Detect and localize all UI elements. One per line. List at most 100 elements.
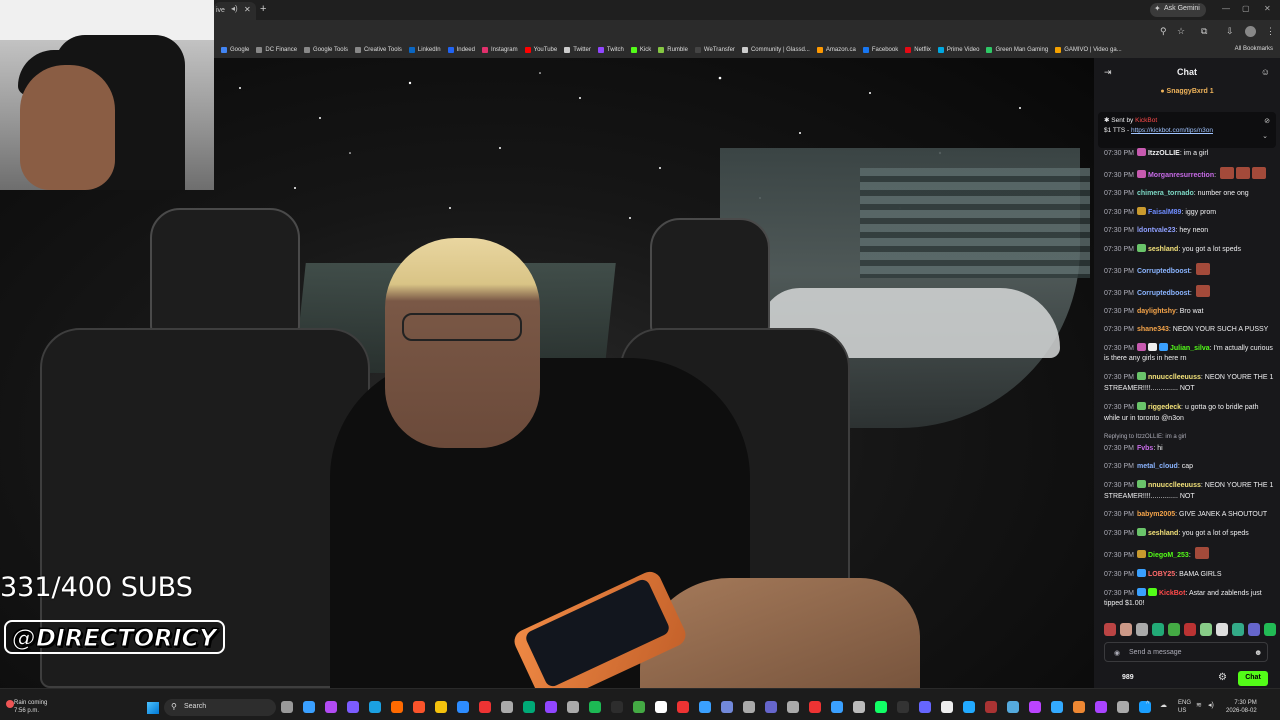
emote-11[interactable] xyxy=(1264,623,1276,636)
volume-icon[interactable]: ◂) xyxy=(1208,701,1214,709)
taskbar-app-icon[interactable] xyxy=(501,701,513,713)
new-tab-icon[interactable]: + xyxy=(260,3,266,15)
taskbar-app-icon[interactable] xyxy=(1029,701,1041,713)
message-username[interactable]: seshland xyxy=(1148,246,1178,253)
weather-widget[interactable]: Rain coming 7:56 p.m. xyxy=(14,699,47,715)
tray-chevron-icon[interactable]: ^ xyxy=(1146,701,1149,708)
message-username[interactable]: shane343 xyxy=(1137,326,1169,333)
chat-emote[interactable] xyxy=(1195,262,1210,275)
taskbar-app-icon[interactable] xyxy=(435,701,447,713)
send-chat-button[interactable]: Chat xyxy=(1238,671,1268,686)
user-badge-icon[interactable] xyxy=(1136,527,1146,536)
taskbar-app-icon[interactable] xyxy=(743,701,755,713)
taskbar-app-icon[interactable] xyxy=(655,701,667,713)
taskbar-app-icon[interactable] xyxy=(1073,701,1085,713)
chat-input[interactable]: Send a message xyxy=(1104,642,1268,662)
gift-banner[interactable]: ● SnaggyBxrd 1 xyxy=(1094,88,1280,104)
message-username[interactable]: ItzzOLLIE xyxy=(1148,150,1180,157)
bookmark-item[interactable]: Indeed xyxy=(447,47,475,53)
bookmark-item[interactable]: Instagram xyxy=(481,47,518,53)
chat-emote[interactable] xyxy=(1235,166,1250,179)
chat-emote[interactable] xyxy=(1195,284,1210,297)
maximize-icon[interactable]: ▢ xyxy=(1242,4,1250,13)
chat-message[interactable]: 07:30 PM seshland: you got a lot of speds xyxy=(1104,527,1276,540)
chat-message[interactable]: 07:30 PM babym2005: GIVE JANEK A SHOUTOUT xyxy=(1104,510,1276,521)
chat-emote[interactable] xyxy=(1194,546,1209,559)
taskbar-app-icon[interactable] xyxy=(545,701,557,713)
bookmark-star-icon[interactable]: ☆ xyxy=(1177,26,1185,37)
chat-message[interactable]: 07:30 PM nnuucclleeuuss: NEON YOURE THE 1… xyxy=(1104,480,1276,502)
taskbar-app-icon[interactable] xyxy=(765,701,777,713)
language-indicator[interactable]: ENG US xyxy=(1178,699,1191,715)
taskbar-app-icon[interactable] xyxy=(787,701,799,713)
taskbar-app-icon[interactable] xyxy=(963,701,975,713)
taskbar-app-icon[interactable] xyxy=(677,701,689,713)
bookmark-item[interactable]: Rumble xyxy=(658,47,688,53)
mute-tab-icon[interactable]: ◂) xyxy=(231,4,238,13)
taskbar-app-icon[interactable] xyxy=(941,701,953,713)
taskbar-app-icon[interactable] xyxy=(1095,701,1107,713)
chat-message[interactable]: 07:30 PM FaisalM89: iggy prom xyxy=(1104,206,1276,219)
emote-5[interactable] xyxy=(1168,623,1180,636)
message-username[interactable]: nnuucclleeuuss xyxy=(1148,482,1201,489)
taskbar-app-icon[interactable] xyxy=(1117,701,1129,713)
chat-message[interactable]: 07:30 PM daylightshy: Bro wat xyxy=(1104,307,1276,318)
user-badge-icon[interactable] xyxy=(1136,587,1146,596)
message-username[interactable]: Morganresurrection xyxy=(1148,172,1214,179)
bookmark-item[interactable]: Google Tools xyxy=(304,47,348,53)
bookmark-item[interactable]: Facebook xyxy=(862,47,898,53)
taskbar-app-icon[interactable] xyxy=(347,701,359,713)
chat-message[interactable]: 07:30 PM Morganresurrection: xyxy=(1104,166,1276,182)
browser-menu-icon[interactable]: ⋮ xyxy=(1266,26,1275,37)
pinned-link[interactable]: https://kickbot.com/tips/n3on xyxy=(1131,127,1213,134)
taskbar-app-icon[interactable] xyxy=(875,701,887,713)
taskbar-app-icon[interactable] xyxy=(831,701,843,713)
user-badge-icon[interactable] xyxy=(1136,342,1146,351)
message-username[interactable]: Julian_silva xyxy=(1170,345,1210,352)
downloads-icon[interactable]: ⇩ xyxy=(1226,26,1234,37)
wifi-icon[interactable]: ≋ xyxy=(1196,701,1202,709)
chat-message[interactable]: 07:30 PM Corruptedboost: xyxy=(1104,284,1276,300)
taskbar-app-icon[interactable] xyxy=(721,701,733,713)
message-username[interactable]: ldontvale23 xyxy=(1137,227,1176,234)
chat-message[interactable]: 07:30 PM shane343: NEON YOUR SUCH A PUSSY xyxy=(1104,325,1276,336)
message-username[interactable]: chimera_tornado xyxy=(1137,190,1194,197)
taskbar-app-icon[interactable] xyxy=(897,701,909,713)
chat-message[interactable]: 07:30 PM ldontvale23: hey neon xyxy=(1104,226,1276,237)
taskbar-search[interactable]: Search xyxy=(164,699,276,716)
chat-message[interactable]: 07:30 PM Julian_silva: I'm actually curio… xyxy=(1104,342,1276,365)
message-username[interactable]: Corruptedboost xyxy=(1137,290,1190,297)
message-username[interactable]: DiegoM_253 xyxy=(1148,552,1189,559)
message-username[interactable]: LOBY25 xyxy=(1148,571,1175,578)
bookmark-item[interactable]: Twitter xyxy=(564,47,591,53)
taskbar-app-icon[interactable] xyxy=(809,701,821,713)
bookmark-item[interactable]: Green Man Gaming xyxy=(986,47,1048,53)
emote-1[interactable] xyxy=(1104,623,1116,636)
user-badge-icon[interactable] xyxy=(1136,372,1146,381)
message-username[interactable]: Fvbs xyxy=(1137,445,1153,452)
settings-gear-icon[interactable]: ⚙ xyxy=(1218,672,1227,683)
user-badge-icon[interactable] xyxy=(1136,568,1146,577)
user-badge-icon[interactable] xyxy=(1147,342,1157,351)
bookmark-item[interactable]: YouTube xyxy=(524,47,557,53)
emote-2[interactable] xyxy=(1120,623,1132,636)
taskbar-app-icon[interactable] xyxy=(611,701,623,713)
user-badge-icon[interactable] xyxy=(1136,206,1146,215)
message-username[interactable]: babym2005 xyxy=(1137,511,1175,518)
taskbar-app-icon[interactable] xyxy=(589,701,601,713)
unpin-icon[interactable]: ⊘ xyxy=(1264,117,1270,125)
chat-message[interactable]: 07:30 PM metal_cloud: cap xyxy=(1104,462,1276,473)
emote-7[interactable] xyxy=(1200,623,1212,636)
extensions-icon[interactable]: ⧉ xyxy=(1201,26,1207,37)
emoji-icon[interactable]: ☻ xyxy=(1254,648,1262,657)
bookmark-item[interactable]: Community | Glassd... xyxy=(741,47,810,53)
user-badge-icon[interactable] xyxy=(1147,587,1157,596)
chat-message[interactable]: 07:30 PM Corruptedboost: xyxy=(1104,262,1276,278)
taskbar-app-icon[interactable] xyxy=(391,701,403,713)
taskbar-app-icon[interactable] xyxy=(523,701,535,713)
emote-8[interactable] xyxy=(1216,623,1228,636)
taskbar-app-icon[interactable] xyxy=(633,701,645,713)
bookmark-item[interactable]: Netflix xyxy=(905,47,931,53)
chat-message[interactable]: 07:30 PM ItzzOLLIE: im a girl xyxy=(1104,148,1276,160)
emote-4[interactable] xyxy=(1152,623,1164,636)
